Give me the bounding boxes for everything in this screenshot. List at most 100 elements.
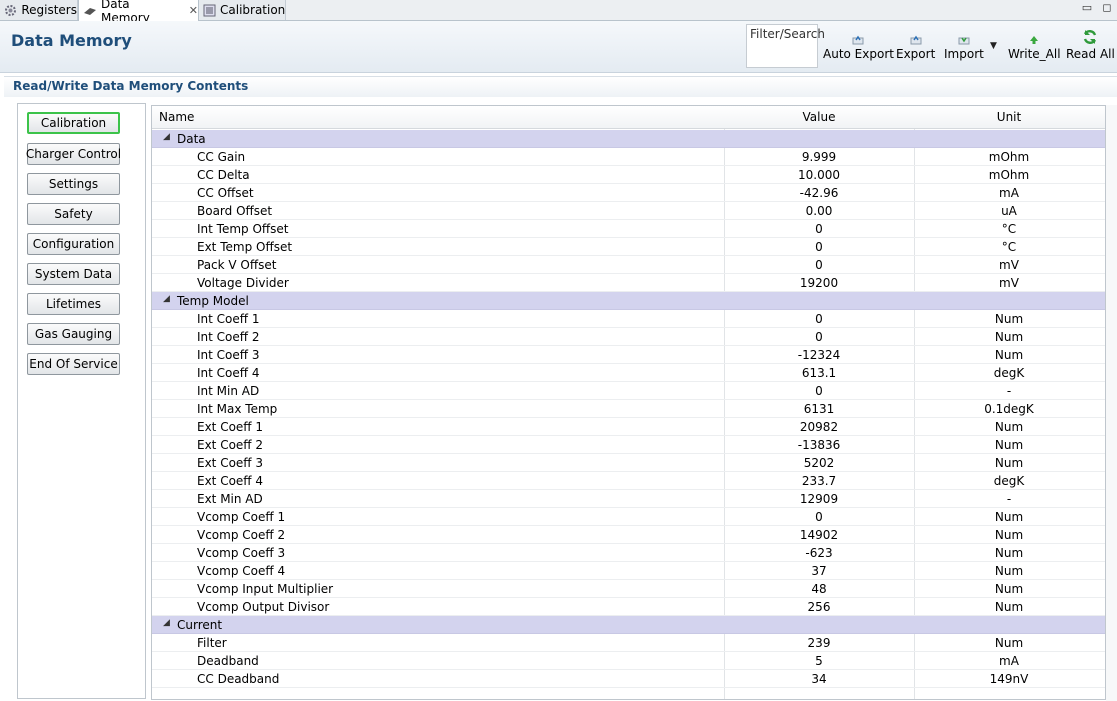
row-value[interactable]: -12324 (724, 348, 914, 362)
tab-registers[interactable]: Registers (0, 0, 78, 20)
column-header-unit[interactable]: Unit (914, 110, 1104, 124)
row-name: Vcomp Coeff 4 (197, 564, 286, 578)
row-value[interactable]: 34 (724, 672, 914, 686)
table-row[interactable]: Int Coeff 3 -12324 Num (152, 346, 1105, 364)
write-all-button[interactable]: Write_All (1008, 29, 1061, 61)
nav-button-charger-control[interactable]: Charger Control (26, 143, 121, 165)
row-value[interactable]: 0 (724, 510, 914, 524)
table-row[interactable]: Voltage Divider 19200 mV (152, 274, 1105, 292)
nav-button-settings[interactable]: Settings (27, 173, 120, 195)
row-value[interactable]: 5202 (724, 456, 914, 470)
row-value[interactable]: 19200 (724, 276, 914, 290)
nav-button-configuration[interactable]: Configuration (27, 233, 120, 255)
nav-button-system-data[interactable]: System Data (27, 263, 120, 285)
row-value[interactable]: 6131 (724, 402, 914, 416)
table-row[interactable]: CC Offset -42.96 mA (152, 184, 1105, 202)
row-value[interactable]: 0 (724, 330, 914, 344)
table-row[interactable]: Int Coeff 4 613.1 degK (152, 364, 1105, 382)
table-row[interactable]: Filter 239 Num (152, 634, 1105, 652)
row-name: Ext Coeff 3 (197, 456, 264, 470)
row-value[interactable]: 5 (724, 654, 914, 668)
table-row[interactable]: Int Min AD 0 - (152, 382, 1105, 400)
table-row[interactable]: Board Offset 0.00 uA (152, 202, 1105, 220)
table-row[interactable]: CC Delta 10.000 mOhm (152, 166, 1105, 184)
table-row[interactable]: Ext Coeff 1 20982 Num (152, 418, 1105, 436)
filter-search-input[interactable]: Filter/Search (746, 24, 825, 68)
table-row[interactable]: Pack V Offset 0 mV (152, 256, 1105, 274)
expand-triangle-icon[interactable]: ◢ (163, 618, 170, 628)
nav-button-safety[interactable]: Safety (27, 203, 120, 225)
row-name: Int Max Temp (197, 402, 278, 416)
tab-calibration[interactable]: Calibration (199, 0, 286, 20)
table-row[interactable]: Vcomp Coeff 2 14902 Num (152, 526, 1105, 544)
page-header: Data Memory Filter/Search Auto Export Ex… (0, 21, 1117, 73)
table-row[interactable]: Vcomp Coeff 4 37 Num (152, 562, 1105, 580)
table-row[interactable]: Ext Coeff 2 -13836 Num (152, 436, 1105, 454)
table-group-row[interactable]: ◢ Current (152, 616, 1105, 634)
row-value[interactable]: -13836 (724, 438, 914, 452)
import-dropdown-arrow-icon[interactable]: ▼ (990, 41, 997, 51)
row-unit: 149nV (989, 672, 1029, 686)
row-unit: - (1006, 384, 1012, 398)
import-button[interactable]: Import (944, 29, 984, 61)
export-button[interactable]: Export (896, 29, 935, 61)
row-name: Ext Coeff 4 (197, 474, 264, 488)
tab-data-memory[interactable]: Data Memory ✕ (78, 0, 199, 25)
table-row[interactable]: Int Max Temp 6131 0.1degK (152, 400, 1105, 418)
row-value[interactable]: 0 (724, 384, 914, 398)
row-value[interactable]: 0 (724, 222, 914, 236)
table-row[interactable]: Vcomp Input Multiplier 48 Num (152, 580, 1105, 598)
table-row[interactable]: Int Temp Offset 0 °C (152, 220, 1105, 238)
auto-export-button[interactable]: Auto Export (823, 29, 894, 61)
nav-button-calibration[interactable]: Calibration (27, 112, 120, 134)
table-row[interactable]: Ext Temp Offset 0 °C (152, 238, 1105, 256)
table-row[interactable]: Ext Coeff 3 5202 Num (152, 454, 1105, 472)
nav-button-gas-gauging[interactable]: Gas Gauging (27, 323, 120, 345)
table-row[interactable]: Int Coeff 1 0 Num (152, 310, 1105, 328)
row-value[interactable]: -42.96 (724, 186, 914, 200)
row-value[interactable]: 14902 (724, 528, 914, 542)
auto-export-label: Auto Export (823, 47, 894, 61)
table-row[interactable]: Ext Coeff 4 233.7 degK (152, 472, 1105, 490)
nav-button-end-of-service[interactable]: End Of Service (27, 353, 120, 375)
table-row[interactable]: CC Deadband 34 149nV (152, 670, 1105, 688)
table-row[interactable]: Deadband 5 mA (152, 652, 1105, 670)
row-value[interactable]: 0 (724, 258, 914, 272)
table-row[interactable]: Int Coeff 2 0 Num (152, 328, 1105, 346)
row-value[interactable]: -623 (724, 546, 914, 560)
read-all-button[interactable]: Read All (1066, 27, 1115, 61)
nav-button-lifetimes[interactable]: Lifetimes (27, 293, 120, 315)
table-row[interactable]: Vcomp Coeff 1 0 Num (152, 508, 1105, 526)
row-value[interactable]: 256 (724, 600, 914, 614)
column-header-value[interactable]: Value (724, 110, 914, 124)
expand-triangle-icon[interactable]: ◢ (163, 294, 170, 304)
scrollbar-track[interactable] (1106, 105, 1117, 701)
table-row[interactable]: CC Gain 9.999 mOhm (152, 148, 1105, 166)
minimize-icon[interactable]: ▭ (1081, 1, 1093, 14)
row-value[interactable]: 0 (724, 240, 914, 254)
row-name: Ext Min AD (197, 492, 263, 506)
row-value[interactable]: 37 (724, 564, 914, 578)
table-group-row[interactable]: ◢ Data (152, 130, 1105, 148)
row-value[interactable]: 20982 (724, 420, 914, 434)
expand-triangle-icon[interactable]: ◢ (163, 132, 170, 142)
column-header-name[interactable]: Name (159, 110, 194, 124)
row-value[interactable]: 48 (724, 582, 914, 596)
table-row[interactable]: Vcomp Coeff 3 -623 Num (152, 544, 1105, 562)
write-all-label: Write_All (1008, 47, 1061, 61)
row-value[interactable]: 239 (724, 636, 914, 650)
group-name: Temp Model (177, 294, 249, 308)
row-value[interactable]: 10.000 (724, 168, 914, 182)
row-value[interactable]: 613.1 (724, 366, 914, 380)
close-icon[interactable]: ✕ (189, 4, 198, 17)
row-value[interactable]: 12909 (724, 492, 914, 506)
row-name: Int Temp Offset (197, 222, 289, 236)
table-row[interactable]: Ext Min AD 12909 - (152, 490, 1105, 508)
row-value[interactable]: 0 (724, 312, 914, 326)
row-value[interactable]: 233.7 (724, 474, 914, 488)
row-value[interactable]: 0.00 (724, 204, 914, 218)
row-value[interactable]: 9.999 (724, 150, 914, 164)
table-row[interactable]: Vcomp Output Divisor 256 Num (152, 598, 1105, 616)
table-group-row[interactable]: ◢ Temp Model (152, 292, 1105, 310)
maximize-icon[interactable]: ◻ (1101, 1, 1113, 14)
